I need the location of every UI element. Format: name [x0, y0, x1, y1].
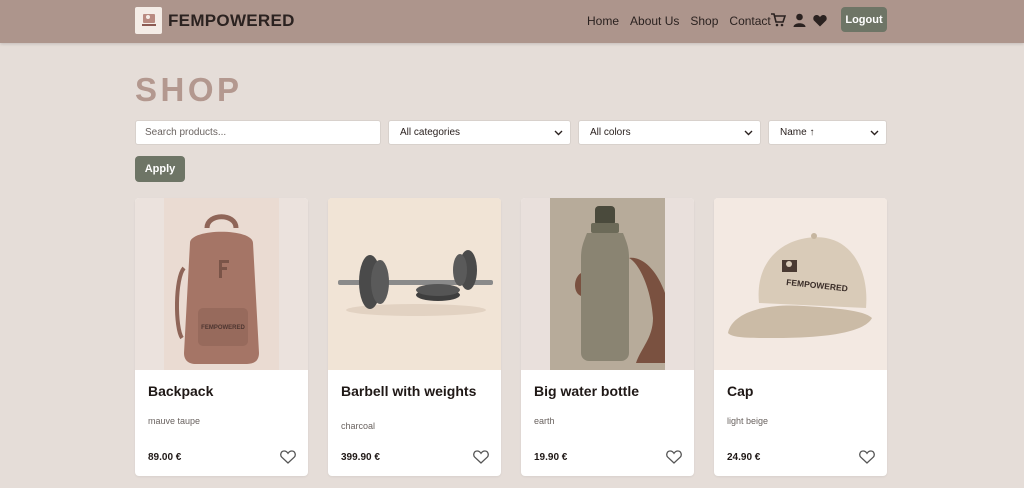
heart-icon[interactable]: [859, 450, 875, 464]
chevron-down-icon: [870, 130, 879, 136]
category-select[interactable]: All categories: [388, 120, 571, 145]
nav-link-home[interactable]: Home: [587, 14, 619, 28]
product-card-body: Barbell with weights charcoal 399.90 €: [328, 370, 501, 476]
product-card[interactable]: FEMPOWERED Backpack mauve taupe 89.00 €: [135, 198, 308, 476]
chevron-down-icon: [554, 130, 563, 136]
sort-select-value: Name ↑: [780, 127, 815, 138]
product-price: 399.90 €: [341, 452, 380, 463]
heart-icon[interactable]: [280, 450, 296, 464]
product-name[interactable]: Barbell with weights: [341, 383, 491, 399]
page-title: SHOP: [135, 71, 243, 108]
product-image-barbell[interactable]: [328, 198, 501, 370]
product-card-body: Backpack mauve taupe 89.00 €: [135, 370, 308, 476]
navbar: FEMPOWERED Home About Us Shop Contact Lo…: [0, 0, 1024, 43]
product-name[interactable]: Cap: [727, 383, 877, 399]
svg-text:FEMPOWERED: FEMPOWERED: [201, 325, 245, 331]
sort-select[interactable]: Name ↑: [768, 120, 887, 145]
product-card[interactable]: Barbell with weights charcoal 399.90 €: [328, 198, 501, 476]
product-name[interactable]: Backpack: [148, 383, 298, 399]
nav-icons: [771, 13, 834, 27]
product-price: 24.90 €: [727, 452, 761, 463]
search-input[interactable]: Search products...: [135, 120, 381, 145]
product-image-backpack[interactable]: FEMPOWERED: [135, 198, 308, 370]
apply-button[interactable]: Apply: [135, 156, 185, 182]
nav-links: Home About Us Shop Contact: [587, 14, 782, 28]
nav-link-shop[interactable]: Shop: [690, 14, 718, 28]
product-card-body: Big water bottle earth 19.90 €: [521, 370, 694, 476]
product-price: 19.90 €: [534, 452, 568, 463]
brand-name: FEMPOWERED: [168, 10, 295, 30]
category-select-value: All categories: [400, 127, 461, 138]
product-color: earth: [534, 416, 555, 426]
cart-icon[interactable]: [771, 13, 786, 27]
brand[interactable]: FEMPOWERED: [135, 7, 295, 34]
product-image-water-bottle[interactable]: [521, 198, 694, 370]
product-card-body: Cap light beige 24.90 €: [714, 370, 887, 476]
product-color: charcoal: [341, 421, 376, 431]
heart-icon[interactable]: [813, 14, 827, 27]
user-icon[interactable]: [793, 13, 806, 27]
product-name[interactable]: Big water bottle: [534, 383, 684, 399]
chevron-down-icon: [744, 130, 753, 136]
color-select-value: All colors: [590, 127, 631, 138]
product-card[interactable]: FEMPOWERED Cap light beige 24.90 €: [714, 198, 887, 476]
product-color: mauve taupe: [148, 416, 201, 426]
heart-icon[interactable]: [473, 450, 489, 464]
product-card[interactable]: Big water bottle earth 19.90 €: [521, 198, 694, 476]
nav-link-about-us[interactable]: About Us: [630, 14, 679, 28]
nav-link-contact[interactable]: Contact: [729, 14, 770, 28]
heart-icon[interactable]: [666, 450, 682, 464]
logout-button[interactable]: Logout: [841, 7, 887, 32]
color-select[interactable]: All colors: [578, 120, 761, 145]
product-image-cap[interactable]: FEMPOWERED: [714, 198, 887, 370]
product-color: light beige: [727, 416, 769, 426]
product-price: 89.00 €: [148, 452, 182, 463]
brand-logo: [135, 7, 162, 34]
